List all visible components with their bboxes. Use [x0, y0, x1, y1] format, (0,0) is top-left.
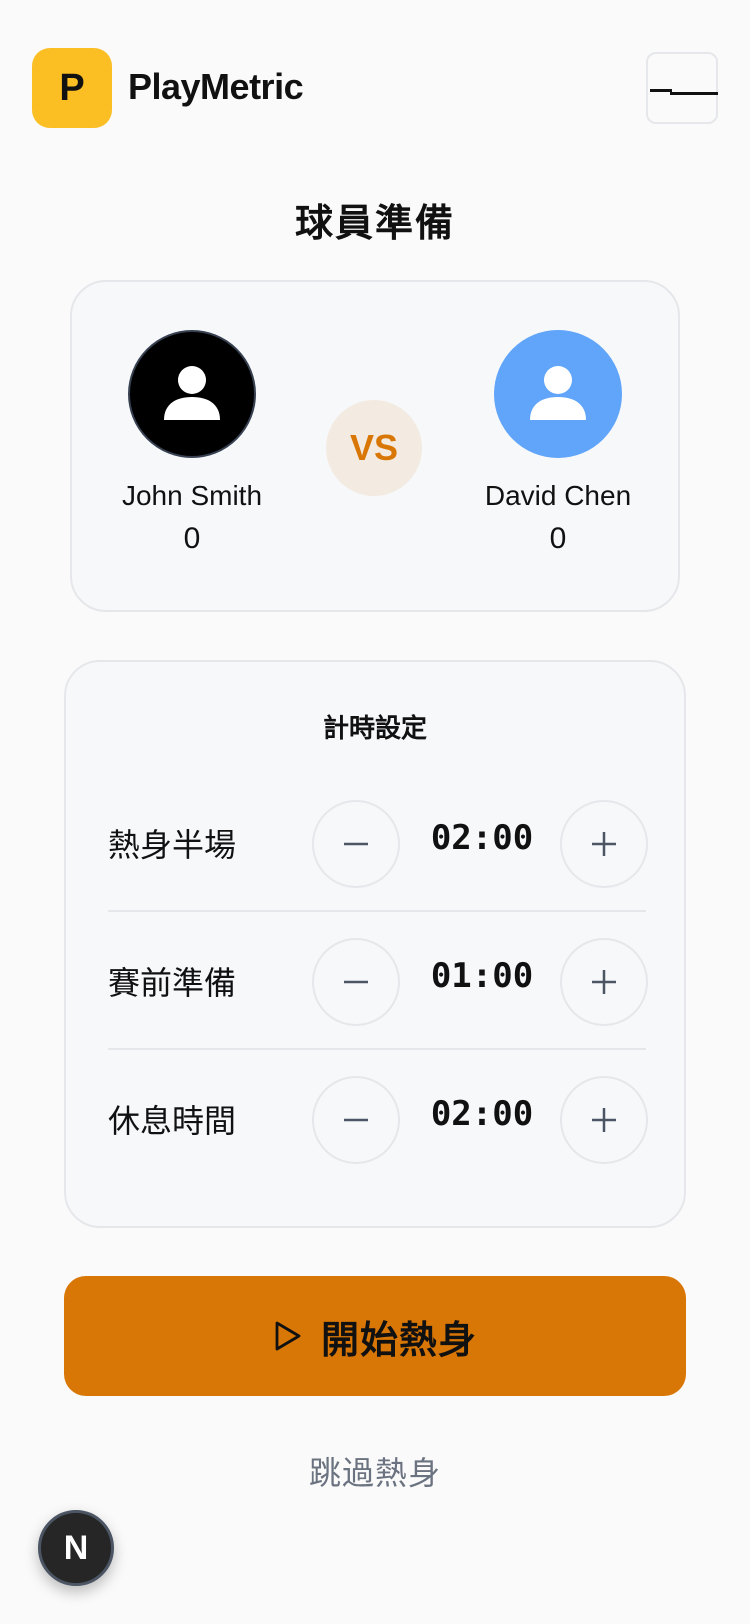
minus-icon	[344, 842, 368, 846]
plus-icon	[592, 970, 616, 994]
timer-settings-title: 計時設定	[322, 713, 427, 743]
players-card: John Smith 0 VS David Chen 0	[70, 280, 680, 612]
timer-row-label: 賽前準備	[108, 965, 237, 1001]
decrease-button[interactable]	[312, 1076, 400, 1164]
dev-tools-badge[interactable]: N	[38, 1510, 114, 1586]
player2-avatar	[494, 330, 622, 458]
increase-button[interactable]	[560, 938, 648, 1026]
increase-button[interactable]	[560, 1076, 648, 1164]
decrease-button[interactable]	[312, 800, 400, 888]
player2-score: 0	[549, 522, 567, 555]
play-icon	[275, 1321, 301, 1351]
minus-icon	[344, 980, 368, 984]
vs-label: VS	[349, 427, 399, 468]
timer-row-label: 熱身半場	[108, 827, 237, 863]
badge-letter: N	[63, 1528, 89, 1567]
logo-letter: P	[59, 66, 85, 109]
player2-name: David Chen	[484, 480, 632, 511]
timer-value: 01:00	[430, 956, 534, 996]
brand-name: PlayMetric	[128, 66, 304, 107]
plus-icon	[592, 1108, 616, 1132]
start-warmup-button[interactable]: 開始熱身	[64, 1276, 686, 1396]
timer-settings-card: 計時設定 熱身半場 02:00 賽前準備 01:00 休息時間 02:00	[64, 660, 686, 1228]
page: P PlayMetric 球員準備 John Smith 0 VS David …	[0, 0, 750, 1624]
timer-row-break-time: 休息時間 02:00	[108, 1050, 648, 1188]
increase-button[interactable]	[560, 800, 648, 888]
plus-icon	[592, 832, 616, 856]
timer-row-warmup-half: 熱身半場 02:00	[108, 774, 648, 912]
page-title: 球員準備	[294, 203, 455, 245]
player1-avatar	[128, 330, 256, 458]
timer-row-label: 休息時間	[108, 1103, 237, 1139]
user-icon	[164, 366, 220, 420]
player1-score: 0	[183, 522, 201, 555]
timer-value: 02:00	[430, 1094, 534, 1134]
user-icon	[530, 366, 586, 420]
logo[interactable]: P	[32, 48, 112, 128]
decrease-button[interactable]	[312, 938, 400, 1026]
menu-button[interactable]	[646, 52, 718, 124]
timer-row-pregame-prep: 賽前準備 01:00	[108, 912, 648, 1050]
vs-badge: VS	[326, 400, 422, 496]
timer-value: 02:00	[430, 818, 534, 858]
skip-warmup-link[interactable]: 跳過熱身	[0, 1448, 750, 1494]
player1-name: John Smith	[121, 480, 263, 511]
start-warmup-label: 開始熱身	[320, 1319, 477, 1362]
minus-icon	[344, 1118, 368, 1122]
